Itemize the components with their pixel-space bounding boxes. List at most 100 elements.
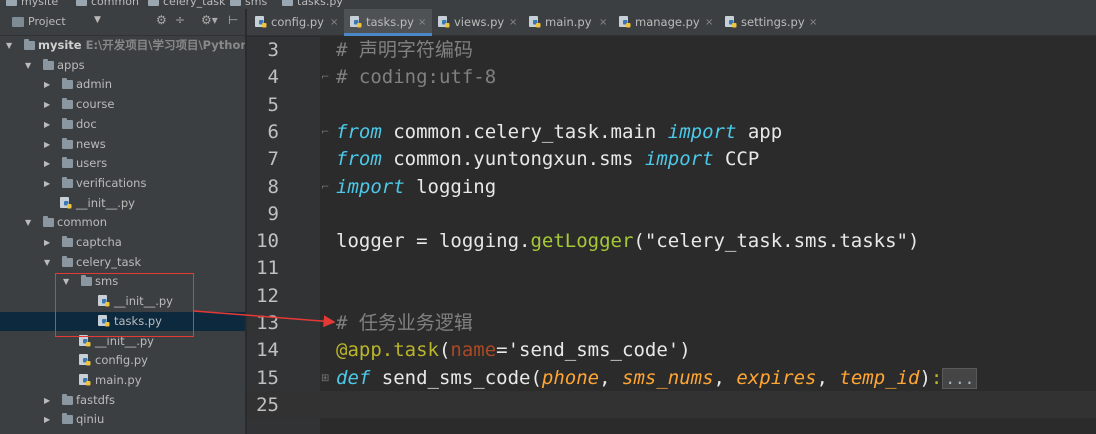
- close-icon[interactable]: ×: [418, 9, 426, 36]
- tree-expand-icon[interactable]: ▼: [44, 253, 54, 272]
- tab-settings-py[interactable]: settings.py ×: [719, 9, 823, 36]
- tree-label: common: [57, 215, 108, 230]
- tree-folder[interactable]: ▼ common: [0, 213, 245, 232]
- close-icon[interactable]: ×: [330, 9, 338, 36]
- tree-folder[interactable]: ▶ captcha: [0, 233, 245, 252]
- breadcrumb-item[interactable]: mysite: [6, 0, 58, 9]
- breadcrumb-item[interactable]: sms: [230, 0, 267, 9]
- line-number: 25: [256, 393, 279, 416]
- code-line[interactable]: import logging: [336, 174, 496, 201]
- code-line[interactable]: # 任务业务逻辑: [336, 310, 473, 337]
- collapse-icon[interactable]: ÷: [175, 13, 185, 27]
- line-number: 3: [267, 39, 279, 61]
- tree-label: config.py: [95, 353, 148, 368]
- code-line[interactable]: logger = logging.getLogger("celery_task.…: [336, 228, 919, 255]
- tree-expand-icon[interactable]: ▶: [44, 391, 54, 410]
- hide-icon[interactable]: ⊢: [228, 13, 238, 27]
- tree-folder[interactable]: ▶ fastdfs: [0, 391, 245, 410]
- tree-folder[interactable]: ▼ mysite E:\开发项目\学习项目\Python\m: [0, 36, 245, 55]
- code-line[interactable]: @app.task(name='send_sms_code'): [336, 337, 691, 364]
- line-number: 15: [256, 366, 279, 389]
- tree-label: doc: [76, 116, 97, 131]
- tree-label: fastdfs: [76, 392, 115, 407]
- code-line[interactable]: from common.celery_task.main import app: [336, 119, 782, 146]
- code-token: :: [930, 366, 943, 389]
- folded-region[interactable]: ...: [942, 367, 978, 389]
- close-icon[interactable]: ×: [705, 9, 713, 36]
- code-line[interactable]: def send_sms_code(phone, sms_nums, expir…: [336, 365, 978, 392]
- code-token: from: [336, 120, 382, 143]
- code-token: common.celery_task.main: [381, 120, 668, 143]
- code-token: logger = logging.: [336, 230, 531, 253]
- close-icon[interactable]: ×: [509, 9, 517, 36]
- breadcrumb-item[interactable]: celery_task: [148, 0, 225, 9]
- tab-views-py[interactable]: views.py ×: [432, 9, 523, 36]
- tab-tasks-py[interactable]: tasks.py ×: [344, 9, 432, 36]
- python-file-icon: [60, 196, 72, 209]
- tree-expand-icon[interactable]: ▶: [44, 174, 54, 193]
- close-icon[interactable]: ×: [599, 9, 607, 36]
- folder-icon: [148, 0, 159, 6]
- code-token: CCP: [713, 148, 760, 171]
- tree-folder[interactable]: ▶ doc: [0, 115, 245, 134]
- tree-expand-icon[interactable]: ▶: [44, 135, 54, 154]
- project-header: Project ▼ ⚙ ÷ ⚙▾ ⊢: [0, 9, 245, 36]
- code-token: ,: [816, 366, 840, 389]
- close-icon[interactable]: ×: [809, 9, 817, 36]
- python-file-icon: [79, 354, 91, 366]
- tree-label: qiniu: [76, 412, 105, 427]
- tree-folder[interactable]: ▶ admin: [0, 75, 245, 94]
- breadcrumb-item[interactable]: common: [76, 0, 139, 9]
- tree-expand-icon[interactable]: ▼: [25, 213, 35, 232]
- tree-expand-icon[interactable]: ▶: [44, 75, 54, 94]
- line-number: 11: [256, 257, 279, 280]
- tree-expand-icon[interactable]: ▶: [44, 154, 54, 173]
- sync-icon[interactable]: ⚙: [156, 13, 167, 27]
- folder-icon: [62, 393, 73, 405]
- code-line[interactable]: # coding:utf-8: [336, 64, 496, 91]
- tree-file[interactable]: config.py: [0, 351, 245, 370]
- tab-config-py[interactable]: config.py ×: [249, 9, 344, 36]
- tree-folder[interactable]: ▼ celery_task: [0, 253, 245, 272]
- tree-label: news: [76, 136, 106, 151]
- tab-label: main.py: [545, 15, 592, 29]
- python-file-icon: [350, 16, 362, 28]
- tree-folder[interactable]: ▶ verifications: [0, 174, 245, 193]
- tree-file[interactable]: main.py: [0, 371, 245, 390]
- tree-expand-icon[interactable]: ▶: [44, 95, 54, 114]
- breadcrumb-item[interactable]: tasks.py: [282, 0, 343, 9]
- tab-label: views.py: [454, 15, 505, 29]
- tree-folder[interactable]: ▶ qiniu: [0, 410, 245, 429]
- code-token: ,: [599, 366, 623, 389]
- tab-main-py[interactable]: main.py ×: [523, 9, 613, 36]
- project-title[interactable]: Project: [28, 15, 66, 28]
- tree-folder[interactable]: ▶ news: [0, 135, 245, 154]
- code-token: expires: [736, 366, 817, 389]
- tree-folder[interactable]: ▶ users: [0, 154, 245, 173]
- chevron-down-icon[interactable]: ▼: [94, 15, 101, 25]
- tree-folder[interactable]: ▼ apps: [0, 56, 245, 75]
- tree-expand-icon[interactable]: ▼: [25, 56, 35, 75]
- fold-marker-icon[interactable]: ⊞: [321, 373, 331, 385]
- tree-expand-icon[interactable]: ▶: [44, 115, 54, 134]
- fold-marker-icon[interactable]: ⌐: [321, 182, 331, 194]
- tree-label: captcha: [76, 235, 122, 249]
- tree-expand-icon[interactable]: ▶: [44, 233, 54, 252]
- tab-manage-py[interactable]: manage.py ×: [613, 9, 719, 36]
- code-line[interactable]: # 声明字符编码: [336, 37, 473, 64]
- folder-icon: [43, 58, 54, 70]
- fold-marker-icon[interactable]: ⌐: [321, 127, 331, 139]
- tree-label: mysite: [38, 38, 82, 52]
- gear-icon[interactable]: ⚙▾: [201, 13, 218, 27]
- code-token: ): [919, 366, 931, 389]
- code-line[interactable]: from common.yuntongxun.sms import CCP: [336, 146, 759, 173]
- fold-marker-icon[interactable]: ⌐: [321, 72, 331, 84]
- tree-file[interactable]: __init__.py: [0, 194, 245, 213]
- tree-expand-icon[interactable]: ▶: [44, 410, 54, 429]
- python-file-icon: [619, 16, 631, 28]
- python-file-icon: [79, 373, 91, 386]
- tab-label: settings.py: [741, 15, 805, 29]
- folder-icon: [6, 0, 17, 6]
- tree-expand-icon[interactable]: ▼: [6, 36, 16, 55]
- tree-folder[interactable]: ▶ course: [0, 95, 245, 114]
